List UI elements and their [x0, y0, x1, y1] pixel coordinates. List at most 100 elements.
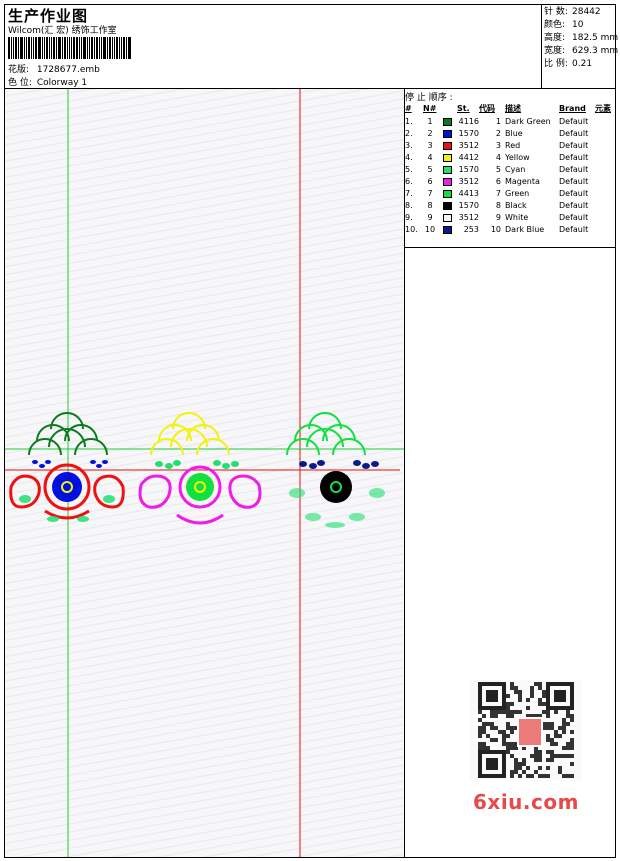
barcode-bar: [126, 37, 127, 59]
col-stitches: St.: [457, 104, 470, 113]
row-stitches: 4412: [458, 153, 479, 162]
row-code: 4: [495, 153, 501, 162]
row-description: Blue: [505, 129, 523, 138]
color-swatch: [443, 213, 452, 222]
barcode-bar: [112, 37, 113, 59]
color-swatch: [443, 225, 452, 234]
row-stitches: 4116: [458, 117, 479, 126]
row-needle-cell: 8: [423, 200, 457, 212]
barcode-bar: [28, 37, 30, 59]
row-needle: 3: [427, 141, 433, 150]
barcode-bar: [103, 37, 106, 59]
barcode-bar: [116, 37, 118, 59]
row-description: White: [505, 213, 529, 222]
design-preview: [5, 89, 404, 857]
row-brand: Default: [559, 117, 589, 126]
colorway-row: 色 位: Colorway 1: [8, 75, 87, 88]
row-stitches: 3512: [458, 141, 479, 150]
color-table: # N# St. 代码 描述 Brand 元素 1. 1 4116 1 Dark Gre…: [405, 103, 611, 236]
stat-colors: 颜色: 10: [544, 20, 584, 30]
color-row: 3. 3 3512 3 Red Default: [405, 140, 611, 152]
colorway-value: Colorway 1: [36, 78, 88, 88]
barcode-bar: [64, 37, 66, 59]
stat-scale: 比 例: 0.21: [544, 59, 593, 69]
barcode-bar: [24, 37, 25, 59]
row-description: Green: [505, 189, 530, 198]
row-needle-cell: 7: [423, 188, 457, 200]
barcode-bar: [71, 37, 72, 59]
color-swatch: [443, 141, 452, 150]
color-swatch: [443, 153, 452, 162]
row-code: 5: [495, 165, 501, 174]
barcode-bar: [107, 37, 108, 59]
barcode-bar: [18, 37, 19, 59]
color-swatch: [443, 117, 452, 126]
barcode-bar: [38, 37, 41, 59]
barcode-bar: [101, 37, 102, 59]
row-code: 9: [495, 213, 501, 222]
row-needle-cell: 10: [423, 224, 457, 236]
barcode-bar: [128, 37, 131, 59]
row-index: 1.: [405, 117, 413, 126]
row-description: Magenta: [505, 177, 540, 186]
row-brand: Default: [559, 177, 589, 186]
row-needle-cell: 3: [423, 140, 457, 152]
barcode-bar: [119, 37, 120, 59]
row-element: [595, 152, 611, 164]
row-index: 9.: [405, 213, 413, 222]
row-index: 4.: [405, 153, 413, 162]
barcode-bar: [31, 37, 32, 59]
design-file-row: 花版: 1728677.emb: [8, 62, 100, 75]
row-code: 1: [495, 117, 501, 126]
design-file-value: 1728677.emb: [36, 65, 100, 75]
barcode-bar: [87, 37, 88, 59]
row-description: Dark Blue: [505, 225, 545, 234]
stats-divider: [541, 4, 542, 89]
row-code: 3: [495, 141, 501, 150]
barcode-bar: [51, 37, 52, 59]
barcode-bar: [73, 37, 75, 59]
row-element: [595, 176, 611, 188]
color-row: 2. 2 1570 2 Blue Default: [405, 128, 611, 140]
row-needle-cell: 9: [423, 212, 457, 224]
row-description: Black: [505, 201, 527, 210]
barcode-bar: [15, 37, 17, 59]
color-swatch: [443, 165, 452, 174]
barcode-bar: [91, 37, 93, 59]
barcode-bar: [81, 37, 82, 59]
motif-center: [138, 412, 262, 525]
barcode-bar: [89, 37, 90, 59]
row-stitches: 253: [463, 225, 479, 234]
barcode-bar: [96, 37, 98, 59]
row-code: 2: [495, 129, 501, 138]
barcode-bar: [35, 37, 37, 59]
row-element: [595, 116, 611, 128]
row-brand: Default: [559, 225, 589, 234]
row-element: [595, 128, 611, 140]
row-brand: Default: [559, 129, 589, 138]
color-row: 8. 8 1570 8 Black Default: [405, 200, 611, 212]
row-stitches: 1570: [458, 201, 479, 210]
row-index: 6.: [405, 177, 413, 186]
row-brand: Default: [559, 165, 589, 174]
color-row: 6. 6 3512 6 Magenta Default: [405, 176, 611, 188]
row-needle-cell: 5: [423, 164, 457, 176]
barcode-bar: [26, 37, 27, 59]
row-code: 7: [495, 189, 501, 198]
row-needle-cell: 4: [423, 152, 457, 164]
row-index: 8.: [405, 201, 413, 210]
row-code: 8: [495, 201, 501, 210]
row-description: Yellow: [505, 153, 530, 162]
barcode-bar: [49, 37, 50, 59]
row-index: 5.: [405, 165, 413, 174]
stop-sequence-title: 停 止 顺序 :: [405, 93, 453, 103]
barcode-bar: [67, 37, 68, 59]
row-index: 7.: [405, 189, 413, 198]
row-brand: Default: [559, 141, 589, 150]
row-needle: 7: [427, 189, 433, 198]
row-needle: 1: [427, 117, 433, 126]
row-code: 10: [490, 225, 501, 234]
stat-width: 宽度: 629.3 mm: [544, 46, 619, 56]
row-needle: 4: [427, 153, 433, 162]
col-index: #: [405, 104, 412, 113]
